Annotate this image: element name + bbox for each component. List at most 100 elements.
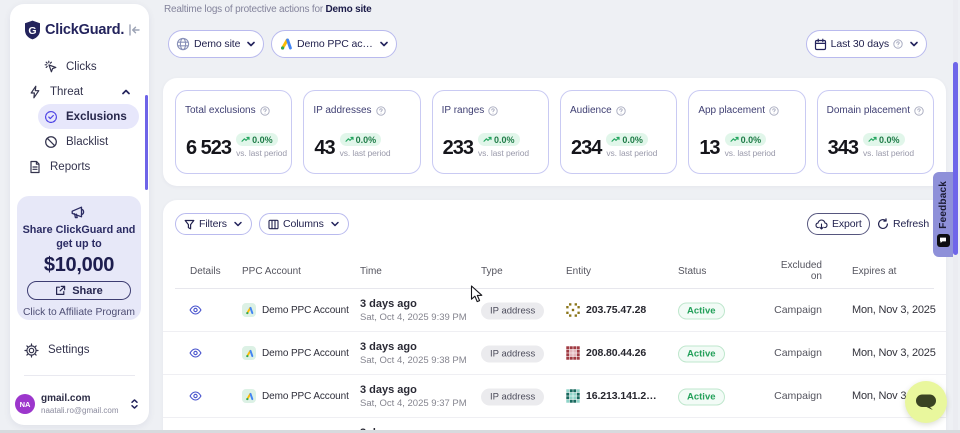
table-row[interactable]: Demo PPC Account 3 days ago Sat, Oct 4, …	[163, 332, 946, 375]
account-switcher[interactable]: NA gmail.com naatali.ro@gmail.com	[15, 392, 139, 416]
share-button-label: Share	[72, 285, 103, 297]
filter-icon	[184, 219, 195, 230]
globe-icon	[176, 37, 190, 51]
sidebar-item-exclusions[interactable]: Exclusions	[38, 104, 139, 129]
column-header-time[interactable]: Time	[360, 266, 382, 277]
stat-bottom: 234 0.0% vs. last period	[571, 133, 657, 158]
help-circle-icon[interactable]	[260, 106, 270, 116]
time-absolute: Sat, Oct 4, 2025 9:38 PM	[360, 355, 467, 366]
sidebar-nav: Clicks Threat Exclusions Blacklist	[10, 54, 149, 179]
column-header-type[interactable]: Type	[481, 266, 503, 277]
feedback-tab[interactable]: Feedback	[933, 172, 953, 257]
help-circle-icon[interactable]	[488, 106, 498, 116]
stat-vs-label: vs. last period	[478, 148, 529, 158]
stat-delta-badge: 0.0%	[725, 133, 767, 146]
stat-value: 233	[443, 138, 473, 158]
stat-delta-badge: 0.0%	[236, 133, 278, 146]
trending-up-icon	[730, 136, 739, 143]
help-circle-icon[interactable]	[914, 106, 924, 116]
columns-icon	[268, 219, 279, 230]
date-range-selector[interactable]: Last 30 days	[806, 30, 927, 58]
column-header-excluded-on[interactable]: Excluded on	[770, 260, 822, 282]
sidebar-scrollbar-thumb[interactable]	[145, 95, 149, 190]
status-badge: Active	[678, 389, 725, 406]
stat-delta-badge: 0.0%	[478, 133, 520, 146]
stat-card: App placement 13 0.0% vs. last period	[688, 90, 805, 174]
export-button[interactable]: Export	[807, 213, 870, 235]
stat-label: IP addresses	[313, 105, 371, 116]
chevron-up-icon	[121, 87, 131, 97]
type-cell: IP address	[481, 301, 544, 320]
excluded-on-cell: Campaign	[732, 304, 822, 316]
cursor-click-icon	[44, 60, 58, 74]
ppc-account-cell: Demo PPC Account	[242, 303, 349, 317]
megaphone-icon	[70, 204, 88, 222]
column-header-status[interactable]: Status	[678, 266, 706, 277]
column-header-entity[interactable]: Entity	[566, 266, 591, 277]
table-body: Demo PPC Account 3 days ago Sat, Oct 4, …	[163, 289, 946, 433]
columns-label: Columns	[283, 218, 324, 230]
google-ads-account-icon	[242, 303, 256, 317]
stat-label: App placement	[698, 105, 765, 116]
table-row[interactable]: Demo PPC Account 3 days ago Sat, Oct 4, …	[163, 375, 946, 418]
promo-line2: get up to	[17, 238, 141, 252]
column-header-expires-at[interactable]: Expires at	[852, 266, 896, 277]
stat-delta-badge: 0.0%	[606, 133, 648, 146]
column-header-details[interactable]: Details	[190, 266, 221, 277]
help-circle-icon[interactable]	[769, 106, 779, 116]
view-details-eye-icon[interactable]	[189, 391, 202, 402]
refresh-label: Refresh	[893, 218, 929, 230]
sidebar: G ClickGuard. Clicks Threat	[10, 4, 149, 425]
time-cell: 3 days ago Sat, Oct 4, 2025 9:39 PM	[360, 298, 467, 323]
columns-button[interactable]: Columns	[259, 213, 349, 235]
view-details-eye-icon[interactable]	[189, 305, 202, 316]
settings-label: Settings	[48, 344, 90, 356]
cloud-download-icon	[815, 219, 828, 230]
table-row[interactable]: Demo PPC Account 3 days ago Sat, Oct 4, …	[163, 289, 946, 332]
check-badge-icon	[44, 110, 58, 124]
stat-card: IP addresses 43 0.0% vs. last period	[303, 90, 420, 174]
stat-delta: 0.0%	[494, 135, 515, 145]
expires-at-cell: Mon, Nov 3, 2025	[852, 347, 936, 359]
stat-bottom: 43 0.0% vs. last period	[314, 133, 390, 158]
stat-delta-badge: 0.0%	[863, 133, 905, 146]
share-button[interactable]: Share	[27, 281, 131, 300]
view-details-eye-icon[interactable]	[189, 348, 202, 359]
stat-card: Total exclusions 6 523 0.0% vs. last per…	[175, 90, 292, 174]
sidebar-item-label: Exclusions	[66, 111, 127, 123]
sidebar-item-threat[interactable]: Threat	[24, 79, 139, 104]
stat-label: IP ranges	[442, 105, 485, 116]
stat-bottom: 233 0.0% vs. last period	[443, 133, 529, 158]
logo-row: G ClickGuard.	[24, 20, 141, 40]
site-selector[interactable]: Demo site	[168, 30, 264, 58]
filters-button[interactable]: Filters	[175, 213, 252, 235]
entity-identicon	[566, 389, 580, 403]
external-link-icon	[55, 285, 66, 296]
chat-widget-button[interactable]	[905, 381, 947, 423]
sidebar-item-label: Reports	[50, 161, 90, 173]
help-circle-icon[interactable]	[376, 106, 386, 116]
ppc-account-selector[interactable]: Demo PPC ac…	[271, 30, 397, 58]
affiliate-link[interactable]: Click to Affiliate Program	[17, 307, 141, 318]
stat-delta: 0.0%	[741, 135, 762, 145]
collapse-sidebar-icon[interactable]	[127, 23, 141, 37]
trending-up-icon	[483, 136, 492, 143]
lightning-icon	[28, 85, 42, 99]
sidebar-divider	[24, 375, 135, 376]
column-header-ppc-account[interactable]: PPC Account	[242, 266, 301, 277]
page-scrollbar-thumb[interactable]	[953, 62, 958, 255]
sidebar-item-clicks[interactable]: Clicks	[38, 54, 139, 79]
page-title-site: Demo site	[326, 4, 372, 15]
refresh-button[interactable]: Refresh	[875, 213, 931, 235]
chevron-down-icon	[330, 219, 340, 229]
sidebar-item-blacklist[interactable]: Blacklist	[38, 129, 139, 154]
stat-delta: 0.0%	[622, 135, 643, 145]
chevron-down-icon	[909, 39, 919, 49]
stat-card: Domain placement 343 0.0% vs. last perio…	[817, 90, 934, 174]
expires-at-cell: Mon, Nov 3, 2025	[852, 304, 936, 316]
ban-icon	[44, 135, 58, 149]
stat-meta: 0.0% vs. last period	[340, 133, 391, 158]
sidebar-item-reports[interactable]: Reports	[24, 154, 139, 179]
help-circle-icon[interactable]	[616, 106, 626, 116]
sidebar-item-settings[interactable]: Settings	[24, 338, 139, 362]
